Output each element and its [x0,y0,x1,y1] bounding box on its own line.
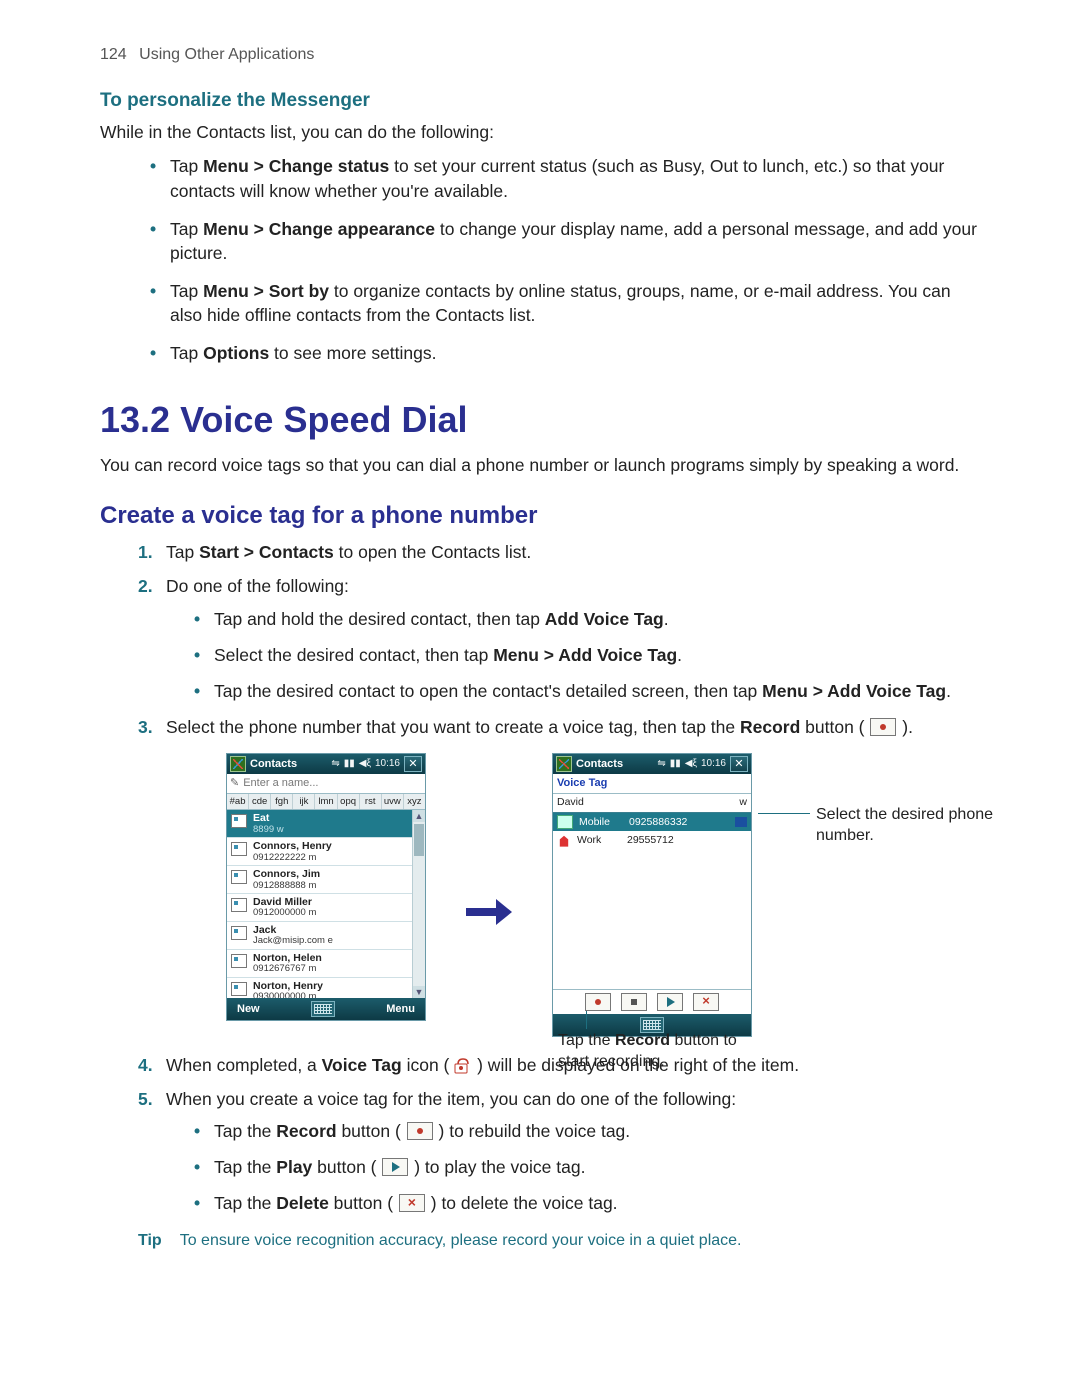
step-3: Select the phone number that you want to… [138,715,980,1037]
volume-icon[interactable]: ◀ξ [359,757,371,771]
messenger-bullet: Tap Menu > Change status to set your cur… [150,154,980,202]
ppc-titlebar: Contacts ⇋ ▮▮ ◀ξ 10:16 ✕ [227,754,425,774]
delete-button[interactable] [693,993,719,1011]
messenger-heading: To personalize the Messenger [100,88,980,114]
step-5: When you create a voice tag for the item… [138,1087,980,1216]
record-button[interactable] [585,993,611,1011]
voicetag-flag-icon [735,817,747,827]
contact-card-icon [231,982,247,996]
voicetag-heading: Voice Tag [553,774,751,794]
sync-icon[interactable]: ⇋ [331,757,339,771]
voicetag-screenshot: Contacts ⇋ ▮▮ ◀ξ 10:16 ✕ Voice Tag David… [552,753,752,1037]
tip-label: Tip [138,1230,162,1252]
step-2: Do one of the following: Tap and hold th… [138,574,980,703]
record-icon [870,718,896,736]
contact-row[interactable]: Norton, Helen0912676767 m [227,950,425,978]
step-5-bullet: Tap the Delete button ( × ) to delete th… [194,1191,980,1215]
document-page: 124 Using Other Applications To personal… [0,0,1080,1312]
scroll-down-icon[interactable]: ▼ [413,986,425,998]
messenger-bullets: Tap Menu > Change status to set your cur… [100,154,980,365]
contacts-list[interactable]: Eat 8899 w Connors, Henry0912222222 m Co… [227,810,425,998]
messenger-bullet: Tap Menu > Change appearance to change y… [150,217,980,265]
contact-card-icon [231,870,247,884]
vsd-intro: You can record voice tags so that you ca… [100,453,980,477]
create-heading: Create a voice tag for a phone number [100,499,980,532]
windows-flag-icon[interactable] [230,756,246,772]
page-number: 124 [100,46,127,63]
volume-icon[interactable]: ◀ξ [685,757,697,771]
contact-row[interactable]: David Miller0912000000 m [227,894,425,922]
step-5-bullets: Tap the Record button ( ) to rebuild the… [166,1119,980,1215]
contact-card-icon [231,842,247,856]
step-1: Tap Start > Contacts to open the Contact… [138,540,980,564]
step-2-bullet: Tap and hold the desired contact, then t… [194,607,980,631]
callout-select-number: Select the desired phone number. [816,805,996,847]
step-2-bullets: Tap and hold the desired contact, then t… [166,607,980,703]
window-title: Contacts [576,757,653,772]
ppc-titlebar: Contacts ⇋ ▮▮ ◀ξ 10:16 ✕ [553,754,751,774]
softkey-menu[interactable]: Menu [386,1002,415,1017]
close-icon[interactable]: ✕ [404,756,422,772]
pencil-icon: ✎ [230,776,239,791]
play-button[interactable] [657,993,683,1011]
voicetag-contact-name: David w [553,794,751,812]
screenshots-row: Contacts ⇋ ▮▮ ◀ξ 10:16 ✕ ✎ Enter a name.… [226,753,980,1037]
scrollbar[interactable]: ▲ ▼ [412,810,425,998]
voicetag-number-list[interactable]: Mobile 0925886332 Work 29555712 [553,813,751,989]
clock-label[interactable]: 10:16 [701,757,726,771]
work-icon [557,835,571,847]
scroll-up-icon[interactable]: ▲ [413,810,425,822]
contact-row-selected[interactable]: Eat 8899 w [227,810,425,838]
window-title: Contacts [250,757,327,772]
step-5-bullet: Tap the Play button ( ) to play the voic… [194,1155,980,1179]
step-2-bullet: Tap the desired contact to open the cont… [194,679,980,703]
alpha-tabs[interactable]: #ab cde fgh ijk lmn opq rst uvw xyz [227,794,425,810]
scroll-thumb[interactable] [414,824,424,856]
delete-icon: × [399,1194,425,1212]
contact-row[interactable]: JackJack@misip.com e [227,922,425,950]
contacts-listwrap: Eat 8899 w Connors, Henry0912222222 m Co… [227,810,425,998]
contact-card-icon [231,954,247,968]
create-steps: Tap Start > Contacts to open the Contact… [100,540,980,1215]
step-4: When completed, a Voice Tag icon ( ) wil… [138,1053,980,1077]
chapter-title: Using Other Applications [139,46,314,63]
tip-text: To ensure voice recognition accuracy, pl… [180,1230,742,1252]
contact-card-icon [231,898,247,912]
voicetag-row-selected[interactable]: Mobile 0925886332 [553,813,751,831]
search-input[interactable]: ✎ Enter a name... [227,774,425,794]
recorder-toolbar [553,989,751,1014]
record-icon [407,1122,433,1140]
close-icon[interactable]: ✕ [730,756,748,772]
contact-card-icon [231,814,247,828]
mobile-icon [557,815,573,829]
running-head: 124 Using Other Applications [100,44,980,66]
signal-icon[interactable]: ▮▮ [670,757,681,771]
messenger-bullet: Tap Menu > Sort by to organize contacts … [150,279,980,327]
clock-label[interactable]: 10:16 [375,757,400,771]
messenger-bullet: Tap Options to see more settings. [150,341,980,365]
voicetag-row[interactable]: Work 29555712 [553,831,751,849]
contact-row[interactable]: Connors, Jim0912888888 m [227,866,425,894]
section-title: 13.2 Voice Speed Dial [100,395,980,445]
step-5-bullet: Tap the Record button ( ) to rebuild the… [194,1119,980,1143]
arrow-right-icon [466,899,512,931]
contacts-screenshot: Contacts ⇋ ▮▮ ◀ξ 10:16 ✕ ✎ Enter a name.… [226,753,426,1021]
tip-row: Tip To ensure voice recognition accuracy… [138,1230,980,1252]
contact-card-icon [231,926,247,940]
windows-flag-icon[interactable] [556,756,572,772]
contact-row[interactable]: Norton, Henry0930000000 m [227,978,425,998]
stop-button[interactable] [621,993,647,1011]
sync-icon[interactable]: ⇋ [657,757,665,771]
softkey-bar: New Menu [227,998,425,1020]
contact-row[interactable]: Connors, Henry0912222222 m [227,838,425,866]
search-placeholder: Enter a name... [243,776,318,791]
messenger-intro: While in the Contacts list, you can do t… [100,120,980,144]
softkey-new[interactable]: New [237,1002,260,1017]
voicetag-icon [454,1058,472,1074]
play-icon [382,1158,408,1176]
signal-icon[interactable]: ▮▮ [344,757,355,771]
sip-keyboard-icon[interactable] [311,1001,335,1017]
step-2-bullet: Select the desired contact, then tap Men… [194,643,980,667]
